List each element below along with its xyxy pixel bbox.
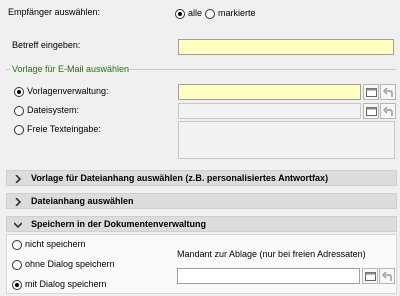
free-text-input[interactable] [178,121,395,159]
radio-recipients-marked-label[interactable]: markierte [218,8,256,18]
section-document-storage-title: Speichern in der Dokumentenverwaltung [31,219,207,229]
filesystem-undo-button[interactable] [380,103,396,119]
mandant-input[interactable] [177,268,360,284]
section-attachment-template-title: Vorlage für Dateianhang auswählen (z.B. … [31,173,329,183]
browse-icon [365,272,376,281]
radio-recipients-all-label[interactable]: alle [188,8,202,18]
section-attachment-template[interactable]: Vorlage für Dateianhang auswählen (z.B. … [6,170,397,186]
template-group-title: Vorlage für E-Mail auswählen [12,64,130,74]
section-document-storage[interactable]: Speichern in der Dokumentenverwaltung [6,216,397,232]
radio-save-without-dialog[interactable] [12,260,22,270]
undo-icon [383,107,393,116]
chevron-down-icon [14,222,22,228]
section-attachment-title: Dateianhang auswählen [31,196,134,206]
filesystem-input[interactable] [178,103,361,119]
template-management-undo-button[interactable] [380,84,396,100]
radio-no-save[interactable] [12,240,22,250]
subject-input[interactable] [178,39,394,55]
template-management-input[interactable] [178,84,361,100]
mandant-undo-button[interactable] [379,268,395,284]
radio-template-management-label[interactable]: Vorlagenverwaltung: [27,86,109,96]
group-line-left [6,69,10,70]
radio-free-text-label[interactable]: Freie Texteingabe: [27,124,101,134]
radio-save-without-dialog-label[interactable]: ohne Dialog speichern [25,259,115,269]
recipients-label: Empfänger auswählen: [8,7,101,17]
radio-no-save-label[interactable]: nicht speichern [25,239,86,249]
undo-icon [382,272,392,281]
section-attachment[interactable]: Dateianhang auswählen [6,193,397,209]
subject-label: Betreff eingeben: [12,40,81,50]
mandant-browse-button[interactable] [362,268,378,284]
filesystem-browse-button[interactable] [363,103,379,119]
chevron-right-icon [15,198,21,206]
browse-icon [366,88,377,97]
radio-recipients-marked[interactable] [205,9,215,19]
undo-icon [383,88,393,97]
chevron-right-icon [15,175,21,183]
radio-free-text[interactable] [14,125,24,135]
mandant-label: Mandant zur Ablage (nur bei freien Adres… [177,249,366,259]
radio-template-management[interactable] [14,87,24,97]
radio-filesystem-label[interactable]: Dateisystem: [27,105,79,115]
browse-icon [366,107,377,116]
radio-save-with-dialog-label[interactable]: mit Dialog speichern [25,279,107,289]
radio-filesystem[interactable] [14,106,24,116]
radio-recipients-all[interactable] [175,9,185,19]
radio-save-with-dialog[interactable] [12,280,22,290]
template-management-browse-button[interactable] [363,84,379,100]
group-line-right [130,69,396,70]
